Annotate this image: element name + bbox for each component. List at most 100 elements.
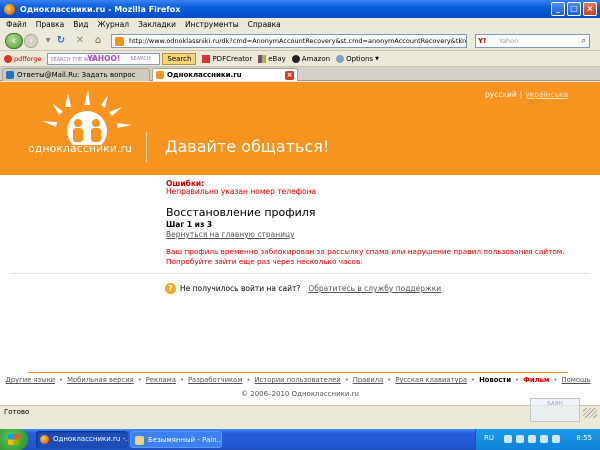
back-to-home-link[interactable]: Вернуться на главную страницу (166, 230, 295, 239)
amazon-label: Amazon (301, 54, 331, 63)
blocked-message: Ваш профиль временно заблокирован за рас… (166, 247, 566, 267)
blocked-message-line-2: Попробуйте зайти еще раз через несколько… (166, 257, 363, 266)
window-title: Одноклассники.ru - Mozilla Firefox (20, 4, 181, 14)
tray-icon-4[interactable] (540, 435, 548, 443)
divider (10, 273, 590, 274)
error-message: Неправильно указан номер телефона (166, 187, 317, 196)
watermark-text: БАЯН (547, 401, 563, 407)
tab-mail-answers[interactable]: Ответы@Mail.Ru: Задать вопрос (2, 68, 150, 81)
footer-link-rules[interactable]: Правила (353, 376, 384, 384)
tab-label: Ответы@Mail.Ru: Задать вопрос (17, 71, 136, 79)
menu-history[interactable]: Журнал (98, 20, 130, 29)
pdfforge-logo[interactable]: pdfforge (4, 55, 41, 63)
menu-bar: Файл Правка Вид Журнал Закладки Инструме… (0, 18, 600, 31)
footer-link-keyboard[interactable]: Русская клавиатура (395, 376, 467, 384)
history-dropdown-icon[interactable]: ▼ (42, 35, 54, 47)
watermark-stamp: БАЯН (530, 398, 580, 422)
ebay-button[interactable]: eBay (258, 54, 286, 63)
footer-link-ads[interactable]: Реклама (146, 376, 176, 384)
blocked-message-line-1: Ваш профиль временно заблокирован за рас… (166, 247, 565, 256)
tray-icon-3[interactable] (528, 435, 536, 443)
stop-icon[interactable]: ✕ (74, 35, 86, 47)
tab-bar: Ответы@Mail.Ru: Задать вопрос Одноклассн… (0, 67, 600, 81)
bookmark-star-icon[interactable]: ☆ (458, 36, 465, 45)
paint-icon (135, 436, 144, 445)
back-button[interactable]: ‹ (5, 33, 23, 49)
footer-divider (28, 372, 568, 373)
site-logo[interactable]: одноклассники.ru (28, 85, 138, 165)
footer-link-languages[interactable]: Другие языки (6, 376, 56, 384)
pdfforge-toolbar: pdfforge SEARCH THE WEB YAHOO! SEARCH Se… (0, 51, 600, 67)
tab-odnoklassniki[interactable]: Одноклассники.ru × (152, 68, 298, 81)
footer-link-news[interactable]: Новости (479, 376, 511, 384)
footer-links: Другие языки • Мобильная версия • Реклама •… (5, 376, 591, 384)
yahoo-search-word: SEARCH (130, 55, 151, 62)
clock[interactable]: 8:55 (576, 434, 592, 442)
footer-link-help[interactable]: Помощь (562, 376, 591, 384)
menu-bookmarks[interactable]: Закладки (138, 20, 176, 29)
forward-button[interactable]: › (24, 34, 38, 48)
amazon-icon (291, 54, 300, 63)
step-indicator: Шаг 1 из 3 (166, 220, 213, 229)
maximize-button[interactable]: □ (567, 2, 581, 16)
sun-logo-icon (42, 89, 132, 151)
close-button[interactable]: × (583, 2, 597, 16)
chevron-down-icon: ▼ (375, 55, 379, 62)
search-icon[interactable]: ⌕ (581, 35, 586, 47)
yahoo-logo: YAHOO! (87, 53, 121, 63)
volume-icon[interactable] (552, 435, 560, 443)
yahoo-search-input[interactable]: SEARCH THE WEB YAHOO! SEARCH (47, 52, 161, 65)
status-text: Готово (4, 408, 30, 416)
page-title: Восстановление профиля (166, 206, 316, 219)
site-header: русский | українська одноклассники.ru Да… (0, 82, 600, 175)
footer-link-stories[interactable]: Истории пользователей (254, 376, 340, 384)
window-title-bar[interactable]: Одноклассники.ru - Mozilla Firefox _ □ × (0, 0, 600, 18)
footer-link-developers[interactable]: Разработчикам (188, 376, 243, 384)
system-tray: RU 8:55 (475, 429, 600, 450)
menu-view[interactable]: Вид (73, 20, 88, 29)
status-bar: Готово БАЯН (0, 398, 600, 422)
tab-label: Одноклассники.ru (167, 71, 242, 79)
menu-tools[interactable]: Инструменты (185, 20, 239, 29)
task-label: Безымянный - Pain... (148, 436, 222, 444)
search-placeholder: Yahoo (499, 37, 519, 45)
site-favicon-icon (115, 37, 124, 46)
menu-help[interactable]: Справка (248, 20, 281, 29)
footer-link-film[interactable]: Фильм (523, 376, 549, 384)
pdf-icon (202, 54, 211, 63)
taskbar-item-firefox[interactable]: Одноклассники.ru -... (36, 431, 128, 448)
lang-ukrainian[interactable]: українська (525, 90, 568, 99)
pdfcreator-button[interactable]: PDFCreator (202, 54, 252, 63)
navigation-toolbar: ‹ › ▼ ↻ ✕ ⌂ http://www.odnoklassniki.ru/… (0, 31, 600, 51)
close-tab-icon[interactable]: × (285, 71, 294, 80)
minimize-button[interactable]: _ (551, 2, 565, 16)
lang-russian[interactable]: русский (485, 90, 517, 99)
home-icon[interactable]: ⌂ (92, 35, 104, 47)
footer-link-mobile[interactable]: Мобильная версия (67, 376, 134, 384)
options-button[interactable]: Options ▼ (336, 54, 379, 63)
amazon-button[interactable]: Amazon (291, 54, 331, 63)
ok-icon (156, 71, 164, 79)
taskbar-item-paint[interactable]: Безымянный - Pain... (130, 431, 222, 448)
support-link[interactable]: Обратитесь в службу поддержки (308, 284, 441, 293)
tray-icon-2[interactable] (516, 435, 524, 443)
tray-icon-1[interactable] (504, 435, 512, 443)
address-bar[interactable]: http://www.odnoklassniki.ru/dk?cmd=Anony… (111, 34, 467, 48)
ebay-icon (258, 54, 267, 63)
gear-icon (336, 54, 345, 63)
search-engine-selector[interactable]: Y! (475, 34, 497, 48)
windows-taskbar: Одноклассники.ru -... Безымянный - Pain.… (0, 429, 600, 450)
toolbar-search-button[interactable]: Search (162, 52, 197, 65)
reload-icon[interactable]: ↻ (55, 35, 67, 47)
page-content: русский | українська одноклассники.ru Да… (0, 82, 600, 405)
address-url: http://www.odnoklassniki.ru/dk?cmd=Anony… (129, 37, 467, 45)
resize-grip-icon[interactable] (583, 408, 597, 418)
web-search-input[interactable]: Yahoo ⌕ (497, 34, 590, 48)
firefox-icon (4, 3, 15, 15)
input-language[interactable]: RU (484, 434, 494, 442)
firefox-icon (40, 435, 49, 444)
question-icon: ? (165, 283, 176, 294)
start-button[interactable] (0, 429, 28, 450)
menu-edit[interactable]: Правка (36, 20, 65, 29)
menu-file[interactable]: Файл (6, 20, 27, 29)
